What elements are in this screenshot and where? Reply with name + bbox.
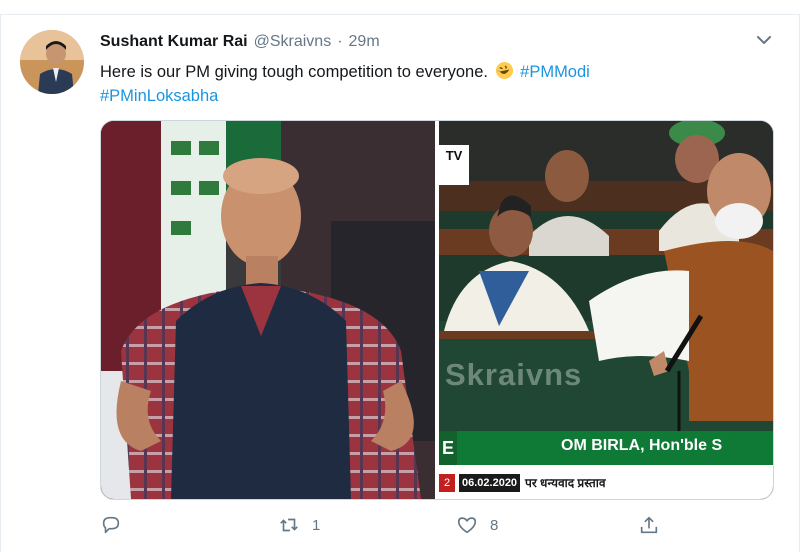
rolling-on-floor-laughing-emoji-icon (495, 61, 514, 80)
timeline-left-border (0, 14, 1, 552)
chevron-down-icon (757, 36, 771, 44)
reply-button[interactable] (100, 512, 122, 538)
hashtag-pminloksabha[interactable]: #PMinLoksabha (100, 87, 218, 105)
tweet-text-body: Here is our PM giving tough competition … (100, 63, 488, 81)
ticker-date: 06.02.2020 (459, 474, 521, 492)
ticker-name-bar: E OM BIRLA, Hon'ble S (439, 431, 773, 465)
share-button[interactable] (638, 512, 660, 538)
reply-icon (102, 516, 120, 534)
ticker-name-text: OM BIRLA, Hon'ble S (561, 437, 723, 454)
author-handle[interactable]: @Skraivns (254, 33, 332, 51)
watermark-text: Skraivns (445, 357, 583, 392)
man-with-hands-on-hips-photo (101, 121, 435, 499)
separator-dot: · (337, 33, 343, 50)
retweet-button[interactable]: 1 (278, 512, 320, 538)
timeline-top-border (0, 14, 800, 15)
like-button[interactable]: 8 (456, 512, 498, 538)
tweet-actions: 1 8 (100, 512, 670, 538)
heart-icon (457, 517, 477, 534)
avatar-image (20, 30, 84, 94)
avatar[interactable] (20, 30, 84, 94)
channel-logo: TV (439, 145, 469, 185)
media-right-photo[interactable]: TV Skraivns E OM BIRLA, Hon'ble S 2 06.0… (439, 121, 773, 499)
ticker-headline: पर धन्यवाद प्रस्ताव (525, 476, 606, 490)
ticker-number: 2 (439, 474, 455, 492)
retweet-count: 1 (312, 516, 321, 534)
tweet-menu-button[interactable] (754, 30, 774, 50)
tweet-media[interactable]: TV Skraivns E OM BIRLA, Hon'ble S 2 06.0… (100, 120, 774, 500)
author-name[interactable]: Sushant Kumar Rai (100, 33, 248, 51)
hashtag-pmmodi[interactable]: #PMModi (520, 63, 590, 81)
ticker-info-bar: 2 06.02.2020 पर धन्यवाद प्रस्ताव (439, 465, 773, 499)
tweet-timestamp[interactable]: 29m (349, 33, 380, 51)
retweet-icon (280, 518, 298, 532)
share-icon (640, 516, 658, 534)
news-ticker: E OM BIRLA, Hon'ble S 2 06.02.2020 पर धन… (439, 431, 773, 499)
tweet-text: Here is our PM giving tough competition … (100, 60, 750, 108)
media-left-photo[interactable] (101, 121, 435, 499)
like-count: 8 (490, 516, 499, 534)
tweet-header: Sushant Kumar Rai @Skraivns · 29m (100, 33, 380, 51)
ticker-letter: E (439, 431, 457, 465)
